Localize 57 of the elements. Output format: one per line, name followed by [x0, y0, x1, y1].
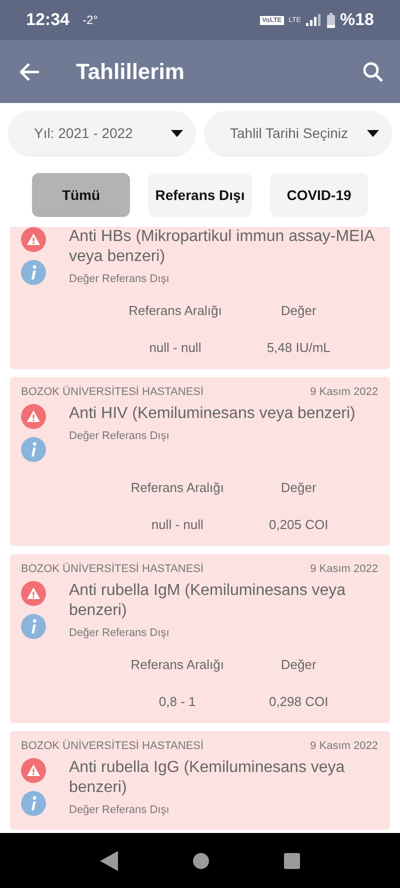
info-icon	[21, 791, 46, 816]
result-status: Değer Referans Dışı	[69, 804, 170, 816]
test-name: Anti HBs (Mikropartikul immun assay-MEIA veya benzeri)	[69, 227, 376, 267]
column-header: Referans Aralığı	[130, 480, 224, 495]
warning-icon	[21, 404, 46, 429]
home-circle-icon[interactable]	[193, 852, 209, 868]
result-value: 0,298 COI	[268, 694, 328, 709]
column-header: Değer	[280, 303, 316, 318]
result-date: 9 Kasım 2022	[310, 563, 378, 575]
filter-tab[interactable]: Referans Dışı	[148, 173, 252, 217]
test-name: Anti rubella IgM (Kemiluminesans veya benzeri)	[69, 581, 347, 621]
result-value: 0,205 COI	[268, 517, 328, 532]
hospital-name: BOZOK ÜNİVERSİTESİ HASTANESİ	[21, 563, 204, 575]
dropdown[interactable]: Tahlil Tarihi Seçiniz	[205, 111, 391, 155]
battery-level: %18	[340, 10, 374, 30]
reference-range: null - null	[151, 517, 204, 532]
column-header: Değer	[280, 480, 316, 495]
result-card[interactable]: BOZOK ÜNİVERSİTESİ HASTANESİ 9 Kasım 2022 Anti rubella IgG (Kemiluminesans veya benzeri) Değer Referans Dışı	[10, 731, 390, 830]
info-icon	[21, 614, 46, 639]
result-card[interactable]: BOZOK ÜNİVERSİTESİ HASTANESİ 9 Kasım 2022 Anti HIV (Kemiluminesans veya benzeri) Değer Referans Dışı Referans Aralığı Değer null - null 0,205 COI	[10, 377, 390, 546]
column-header: Referans Aralığı	[128, 303, 222, 318]
filter-tab[interactable]: COVID-19	[270, 173, 368, 217]
result-status: Değer Referans Dışı	[69, 627, 170, 639]
info-icon	[21, 437, 46, 462]
hospital-name: BOZOK ÜNİVERSİTESİ HASTANESİ	[21, 740, 204, 752]
result-status: Değer Referans Dışı	[69, 273, 170, 285]
result-date: 9 Kasım 2022	[310, 386, 378, 398]
column-header: Değer	[280, 657, 316, 672]
result-status: Değer Referans Dışı	[69, 430, 170, 442]
back-button[interactable]	[18, 60, 42, 82]
back-triangle-icon[interactable]	[100, 850, 118, 870]
battery-icon	[326, 12, 335, 28]
reference-range: null - null	[149, 340, 202, 355]
filter-tab[interactable]: Tümü	[32, 173, 130, 217]
page-title: Tahlillerim	[76, 58, 184, 84]
result-card[interactable]: BOZOK ÜNİVERSİTESİ HASTANESİ 9 Kasım 2022 Anti rubella IgM (Kemiluminesans veya benzeri) Değer Referans Dışı Referans Aralığı Değer 0,8 - 1 0,298 COI	[10, 554, 390, 723]
hospital-name: BOZOK ÜNİVERSİTESİ HASTANESİ	[21, 386, 204, 398]
test-name: Anti rubella IgG (Kemiluminesans veya benzeri)	[69, 758, 346, 798]
info-icon	[21, 260, 46, 285]
back-arrow-icon	[20, 62, 40, 80]
dropdown-caret-icon	[367, 130, 379, 136]
dropdown[interactable]: Yıl: 2021 - 2022	[9, 111, 195, 155]
result-card[interactable]: Anti HBs (Mikropartikul immun assay-MEIA veya benzeri) Değer Referans Dışı Referans Aralığı Değer null - null 5,48 IU/mL	[10, 227, 390, 369]
warning-icon	[21, 581, 46, 606]
clock: 12:34	[26, 10, 70, 30]
temperature: -2°	[82, 13, 98, 27]
dropdown-caret-icon	[171, 130, 183, 136]
result-date: 9 Kasım 2022	[310, 740, 378, 752]
result-value: 5,48 IU/mL	[266, 340, 330, 355]
search-icon	[362, 60, 384, 82]
signal-icon	[306, 14, 322, 26]
test-name: Anti HIV (Kemiluminesans veya benzeri)	[69, 404, 356, 424]
column-header: Referans Aralığı	[130, 657, 224, 672]
recents-square-icon[interactable]	[284, 852, 300, 868]
reference-range: 0,8 - 1	[158, 694, 196, 709]
warning-icon	[21, 758, 46, 783]
warning-icon	[21, 227, 46, 252]
